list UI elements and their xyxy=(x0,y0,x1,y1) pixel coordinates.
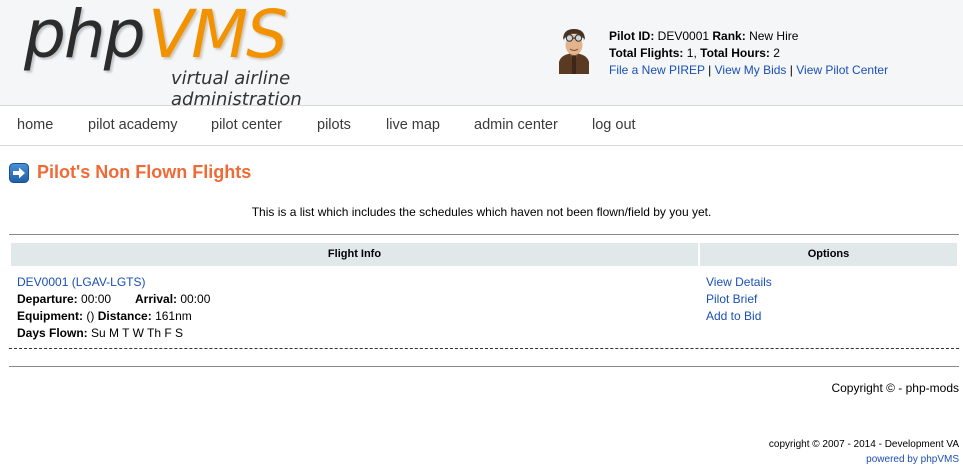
days-flown-info: Days Flown: Su M T W Th F S xyxy=(17,325,183,342)
nav-item-home[interactable]: home xyxy=(17,117,53,133)
main-nav: home pilot academy pilot center pilots l… xyxy=(0,106,963,146)
site-copyright: copyright © 2007 - 2014 - Development VA xyxy=(768,439,959,450)
pilot-id-label: Pilot ID: xyxy=(609,29,655,43)
logo-subtitle: virtual airline administration xyxy=(171,68,302,110)
divider xyxy=(9,366,959,367)
copyright-text: Copyright © - php-mods xyxy=(831,381,959,395)
arrival-value: 00:00 xyxy=(180,292,211,306)
equipment-value: () xyxy=(86,309,95,323)
total-hours-label: Total Hours: xyxy=(700,46,770,60)
logo-php-text: php xyxy=(24,0,146,73)
row-separator xyxy=(9,348,959,349)
flight-link[interactable]: DEV0001 (LGAV-LGTS) xyxy=(17,274,146,291)
departure-label: Departure: xyxy=(17,292,78,306)
total-flights-value: 1, xyxy=(686,46,697,60)
rank-value: New Hire xyxy=(749,29,799,43)
total-flights-label: Total Flights: xyxy=(609,46,684,60)
pilot-id-row: Pilot ID: DEV0001 Rank: New Hire xyxy=(609,28,888,45)
pilot-avatar-icon xyxy=(557,28,591,74)
divider xyxy=(9,234,959,235)
nav-item-log-out[interactable]: log out xyxy=(592,117,636,133)
nav-item-pilots[interactable]: pilots xyxy=(317,117,351,133)
departure-value: 00:00 xyxy=(81,292,112,306)
arrival-info: Arrival: 00:00 xyxy=(135,291,210,308)
days-flown-value: Su M T W Th F S xyxy=(91,326,184,340)
options-header: Options xyxy=(700,243,957,266)
arrow-right-icon xyxy=(9,163,29,183)
view-pilot-center-link[interactable]: View Pilot Center xyxy=(796,63,888,77)
intro-text: This is a list which includes the schedu… xyxy=(251,205,712,219)
view-details-link[interactable]: View Details xyxy=(706,274,772,291)
days-flown-label: Days Flown: xyxy=(17,326,88,340)
pilot-id-value: DEV0001 xyxy=(657,29,710,43)
arrival-label: Arrival: xyxy=(135,292,178,306)
equipment-label: Equipment: xyxy=(17,309,83,323)
distance-value: 161nm xyxy=(155,309,192,323)
distance-label: Distance: xyxy=(97,309,152,323)
pilot-info: Pilot ID: DEV0001 Rank: New Hire Total F… xyxy=(609,28,888,79)
pilot-links-row: File a New PIREP | View My Bids | View P… xyxy=(609,62,888,79)
add-to-bid-link[interactable]: Add to Bid xyxy=(706,308,761,325)
pilot-brief-link[interactable]: Pilot Brief xyxy=(706,291,757,308)
link-separator: | xyxy=(708,63,712,77)
file-pirep-link[interactable]: File a New PIREP xyxy=(609,63,705,77)
flight-info-header: Flight Info xyxy=(11,243,698,266)
nav-item-admin-center[interactable]: admin center xyxy=(474,117,558,133)
total-hours-value: 2 xyxy=(773,46,780,60)
nav-item-live-map[interactable]: live map xyxy=(386,117,440,133)
nav-item-pilot-academy[interactable]: pilot academy xyxy=(88,117,177,133)
equipment-info: Equipment: () Distance: 161nm xyxy=(17,308,192,325)
pilot-stats-row: Total Flights: 1, Total Hours: 2 xyxy=(609,45,888,62)
nav-item-pilot-center[interactable]: pilot center xyxy=(211,117,282,133)
powered-by-link[interactable]: powered by phpVMS xyxy=(866,454,959,465)
departure-info: Departure: 00:00 xyxy=(17,291,111,308)
link-separator: | xyxy=(789,63,793,77)
view-bids-link[interactable]: View My Bids xyxy=(715,63,787,77)
phpvms-logo[interactable]: php VMS virtual airline administration xyxy=(20,0,420,110)
site-header: php VMS virtual airline administration P… xyxy=(0,0,963,110)
rank-label: Rank: xyxy=(712,29,746,43)
page-title: Pilot's Non Flown Flights xyxy=(37,162,252,182)
logo-vms-text: VMS xyxy=(148,0,288,73)
